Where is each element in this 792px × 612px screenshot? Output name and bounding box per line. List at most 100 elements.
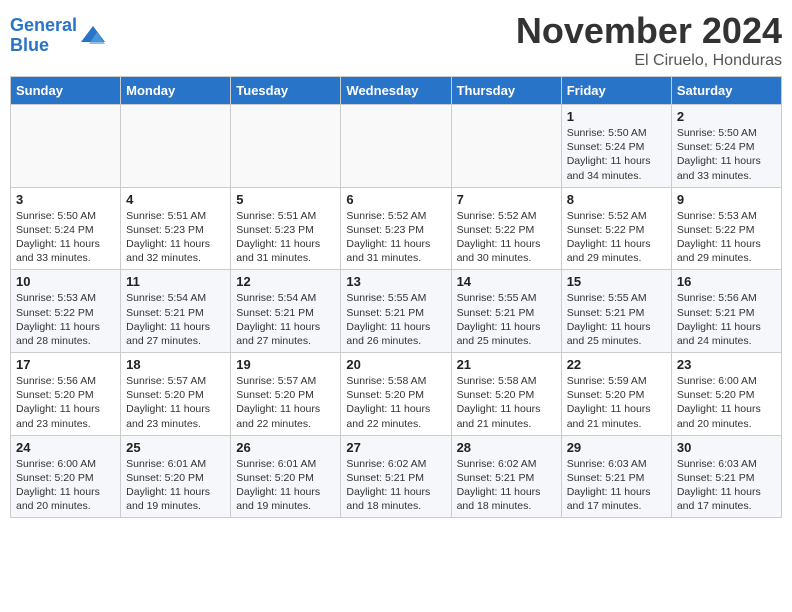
day-number: 8 (567, 192, 666, 207)
week-row-1: 3Sunrise: 5:50 AM Sunset: 5:24 PM Daylig… (11, 187, 782, 270)
day-info: Sunrise: 5:51 AM Sunset: 5:23 PM Dayligh… (126, 209, 225, 266)
day-number: 16 (677, 274, 776, 289)
calendar-cell: 24 Sunrise: 6:00 AM Sunset: 5:20 PM Dayli… (11, 435, 121, 518)
day-number: 17 (16, 357, 115, 372)
day-number: 3 (16, 192, 115, 207)
day-info: Sunrise: 5:54 AM Sunset: 5:21 PM Dayligh… (236, 291, 335, 348)
weekday-wednesday: Wednesday (341, 77, 451, 105)
day-info: Sunrise: 6:02 AM Sunset: 5:21 PM Dayligh… (457, 457, 556, 514)
calendar-cell: 13 Sunrise: 5:55 AM Sunset: 5:21 PM Dayli… (341, 270, 451, 353)
calendar-cell: 3Sunrise: 5:50 AM Sunset: 5:24 PM Daylig… (11, 187, 121, 270)
calendar-cell: 14Sunrise: 5:55 AM Sunset: 5:21 PM Dayli… (451, 270, 561, 353)
day-number: 27 (346, 440, 445, 455)
day-info: Sunrise: 5:52 AM Sunset: 5:23 PM Dayligh… (346, 209, 445, 266)
weekday-saturday: Saturday (671, 77, 781, 105)
calendar-cell: 11 Sunrise: 5:54 AM Sunset: 5:21 PM Dayli… (121, 270, 231, 353)
day-info: Sunrise: 5:52 AM Sunset: 5:22 PM Dayligh… (457, 209, 556, 266)
calendar-cell: 4 Sunrise: 5:51 AM Sunset: 5:23 PM Daylig… (121, 187, 231, 270)
day-number: 28 (457, 440, 556, 455)
day-info: Sunrise: 5:51 AM Sunset: 5:23 PM Dayligh… (236, 209, 335, 266)
day-number: 1 (567, 109, 666, 124)
calendar-cell: 7 Sunrise: 5:52 AM Sunset: 5:22 PM Daylig… (451, 187, 561, 270)
day-number: 9 (677, 192, 776, 207)
calendar-cell (231, 105, 341, 188)
logo-icon (79, 22, 107, 50)
calendar-cell: 22 Sunrise: 5:59 AM Sunset: 5:20 PM Dayli… (561, 353, 671, 436)
day-info: Sunrise: 6:02 AM Sunset: 5:21 PM Dayligh… (346, 457, 445, 514)
calendar-cell: 19 Sunrise: 5:57 AM Sunset: 5:20 PM Dayli… (231, 353, 341, 436)
weekday-tuesday: Tuesday (231, 77, 341, 105)
calendar-cell: 5 Sunrise: 5:51 AM Sunset: 5:23 PM Daylig… (231, 187, 341, 270)
day-number: 6 (346, 192, 445, 207)
day-number: 29 (567, 440, 666, 455)
calendar-table: SundayMondayTuesdayWednesdayThursdayFrid… (10, 76, 782, 518)
weekday-header-row: SundayMondayTuesdayWednesdayThursdayFrid… (11, 77, 782, 105)
calendar-cell: 25Sunrise: 6:01 AM Sunset: 5:20 PM Dayli… (121, 435, 231, 518)
calendar-cell: 20Sunrise: 5:58 AM Sunset: 5:20 PM Dayli… (341, 353, 451, 436)
calendar-cell: 23 Sunrise: 6:00 AM Sunset: 5:20 PM Dayli… (671, 353, 781, 436)
day-info: Sunrise: 5:55 AM Sunset: 5:21 PM Dayligh… (346, 291, 445, 348)
day-info: Sunrise: 5:57 AM Sunset: 5:20 PM Dayligh… (236, 374, 335, 431)
calendar-cell: 10 Sunrise: 5:53 AM Sunset: 5:22 PM Dayli… (11, 270, 121, 353)
calendar-cell: 2Sunrise: 5:50 AM Sunset: 5:24 PM Daylig… (671, 105, 781, 188)
day-number: 13 (346, 274, 445, 289)
day-number: 22 (567, 357, 666, 372)
day-number: 19 (236, 357, 335, 372)
day-info: Sunrise: 5:55 AM Sunset: 5:21 PM Dayligh… (567, 291, 666, 348)
calendar-cell: 9 Sunrise: 5:53 AM Sunset: 5:22 PM Daylig… (671, 187, 781, 270)
calendar-cell: 29 Sunrise: 6:03 AM Sunset: 5:21 PM Dayli… (561, 435, 671, 518)
day-info: Sunrise: 5:55 AM Sunset: 5:21 PM Dayligh… (457, 291, 556, 348)
day-info: Sunrise: 6:00 AM Sunset: 5:20 PM Dayligh… (677, 374, 776, 431)
day-number: 24 (16, 440, 115, 455)
calendar-cell: 15Sunrise: 5:55 AM Sunset: 5:21 PM Dayli… (561, 270, 671, 353)
week-row-3: 17 Sunrise: 5:56 AM Sunset: 5:20 PM Dayli… (11, 353, 782, 436)
day-number: 7 (457, 192, 556, 207)
day-info: Sunrise: 5:54 AM Sunset: 5:21 PM Dayligh… (126, 291, 225, 348)
day-number: 4 (126, 192, 225, 207)
calendar-cell (341, 105, 451, 188)
logo: General Blue (10, 16, 107, 56)
calendar-cell: 12 Sunrise: 5:54 AM Sunset: 5:21 PM Dayli… (231, 270, 341, 353)
day-number: 18 (126, 357, 225, 372)
day-info: Sunrise: 5:53 AM Sunset: 5:22 PM Dayligh… (677, 209, 776, 266)
day-info: Sunrise: 5:52 AM Sunset: 5:22 PM Dayligh… (567, 209, 666, 266)
calendar-cell (451, 105, 561, 188)
day-info: Sunrise: 6:03 AM Sunset: 5:21 PM Dayligh… (567, 457, 666, 514)
day-number: 12 (236, 274, 335, 289)
calendar-cell: 21Sunrise: 5:58 AM Sunset: 5:20 PM Dayli… (451, 353, 561, 436)
calendar-cell: 27 Sunrise: 6:02 AM Sunset: 5:21 PM Dayli… (341, 435, 451, 518)
day-info: Sunrise: 6:00 AM Sunset: 5:20 PM Dayligh… (16, 457, 115, 514)
day-info: Sunrise: 5:56 AM Sunset: 5:21 PM Dayligh… (677, 291, 776, 348)
day-info: Sunrise: 5:56 AM Sunset: 5:20 PM Dayligh… (16, 374, 115, 431)
day-number: 10 (16, 274, 115, 289)
day-number: 21 (457, 357, 556, 372)
calendar-cell: 1 Sunrise: 5:50 AM Sunset: 5:24 PM Daylig… (561, 105, 671, 188)
calendar-cell: 8 Sunrise: 5:52 AM Sunset: 5:22 PM Daylig… (561, 187, 671, 270)
day-info: Sunrise: 5:50 AM Sunset: 5:24 PM Dayligh… (567, 126, 666, 183)
day-info: Sunrise: 6:03 AM Sunset: 5:21 PM Dayligh… (677, 457, 776, 514)
location-title: El Ciruelo, Honduras (516, 52, 782, 70)
page-header: General Blue November 2024 El Ciruelo, H… (10, 10, 782, 70)
calendar-cell: 17 Sunrise: 5:56 AM Sunset: 5:20 PM Dayli… (11, 353, 121, 436)
month-title: November 2024 (516, 10, 782, 52)
title-block: November 2024 El Ciruelo, Honduras (516, 10, 782, 70)
day-info: Sunrise: 6:01 AM Sunset: 5:20 PM Dayligh… (236, 457, 335, 514)
day-number: 23 (677, 357, 776, 372)
calendar-body: 1 Sunrise: 5:50 AM Sunset: 5:24 PM Daylig… (11, 105, 782, 518)
day-number: 25 (126, 440, 225, 455)
day-number: 5 (236, 192, 335, 207)
day-number: 11 (126, 274, 225, 289)
week-row-2: 10 Sunrise: 5:53 AM Sunset: 5:22 PM Dayli… (11, 270, 782, 353)
calendar-cell: 30 Sunrise: 6:03 AM Sunset: 5:21 PM Dayli… (671, 435, 781, 518)
day-number: 26 (236, 440, 335, 455)
weekday-thursday: Thursday (451, 77, 561, 105)
calendar-cell: 28 Sunrise: 6:02 AM Sunset: 5:21 PM Dayli… (451, 435, 561, 518)
calendar-cell: 26 Sunrise: 6:01 AM Sunset: 5:20 PM Dayli… (231, 435, 341, 518)
day-info: Sunrise: 5:53 AM Sunset: 5:22 PM Dayligh… (16, 291, 115, 348)
calendar-cell (11, 105, 121, 188)
day-number: 30 (677, 440, 776, 455)
day-info: Sunrise: 5:50 AM Sunset: 5:24 PM Dayligh… (677, 126, 776, 183)
day-info: Sunrise: 5:59 AM Sunset: 5:20 PM Dayligh… (567, 374, 666, 431)
day-info: Sunrise: 5:57 AM Sunset: 5:20 PM Dayligh… (126, 374, 225, 431)
week-row-0: 1 Sunrise: 5:50 AM Sunset: 5:24 PM Daylig… (11, 105, 782, 188)
